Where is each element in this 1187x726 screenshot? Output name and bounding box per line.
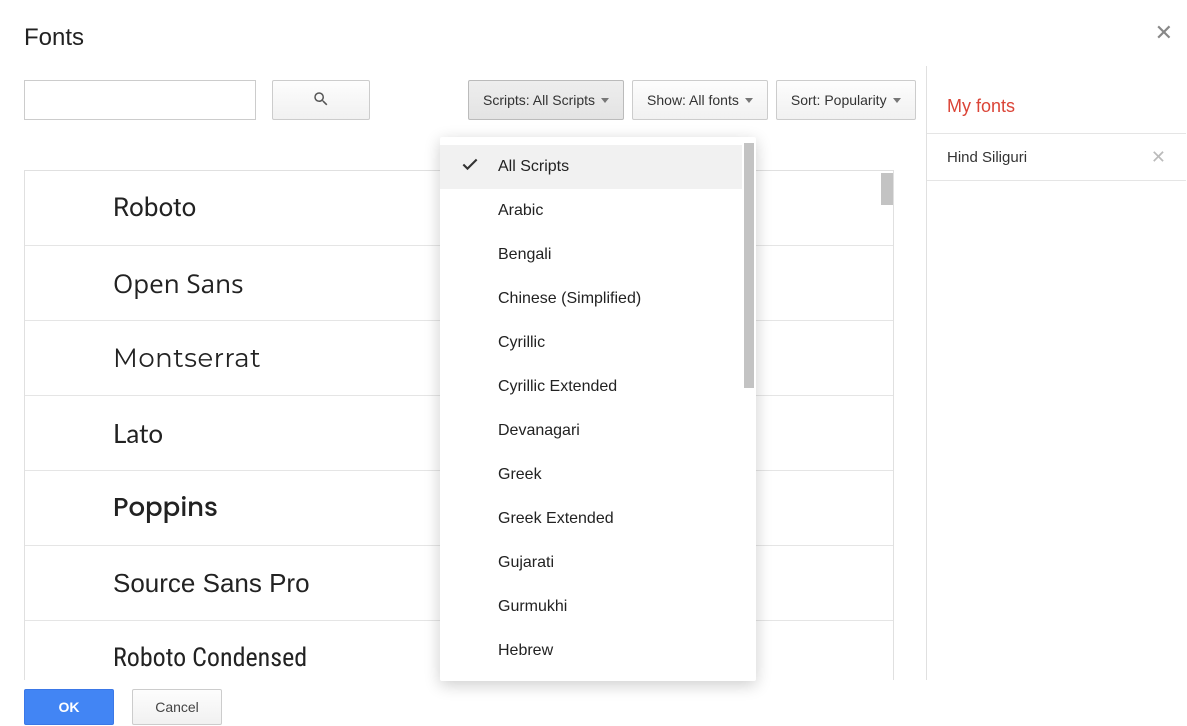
- font-search-input[interactable]: [24, 80, 256, 120]
- cancel-button[interactable]: Cancel: [132, 689, 222, 725]
- check-icon: [460, 155, 480, 180]
- ok-button[interactable]: OK: [24, 689, 114, 725]
- script-option-label: Arabic: [498, 202, 543, 220]
- script-option-arabic[interactable]: Arabic: [440, 189, 742, 233]
- dropdown-scrollbar[interactable]: [742, 143, 756, 675]
- script-option-label: Chinese (Simplified): [498, 290, 641, 308]
- dropdown-scrollbar-thumb[interactable]: [744, 143, 754, 388]
- close-button[interactable]: ✕: [1155, 22, 1173, 44]
- show-filter-label: Show: All fonts: [647, 92, 739, 108]
- my-font-item[interactable]: Hind Siliguri ✕: [927, 133, 1186, 181]
- script-option-label: All Scripts: [498, 158, 569, 176]
- script-option-label: Greek: [498, 466, 542, 484]
- scripts-dropdown[interactable]: All Scripts Arabic Bengali Chinese (Simp…: [440, 137, 756, 681]
- chevron-down-icon: [745, 98, 753, 103]
- script-option-label: Gurmukhi: [498, 598, 567, 616]
- script-option-label: Cyrillic: [498, 334, 545, 352]
- my-fonts-title: My fonts: [927, 96, 1186, 133]
- script-option-gujarati[interactable]: Gujarati: [440, 541, 742, 585]
- my-font-item-label: Hind Siliguri: [947, 149, 1027, 166]
- script-option-label: Cyrillic Extended: [498, 378, 617, 396]
- script-option-label: Bengali: [498, 246, 551, 264]
- dialog-title: Fonts: [24, 24, 1163, 52]
- script-option-hebrew[interactable]: Hebrew: [440, 629, 742, 673]
- script-option-label: Greek Extended: [498, 510, 614, 528]
- sort-filter-button[interactable]: Sort: Popularity: [776, 80, 916, 120]
- script-option-gurmukhi[interactable]: Gurmukhi: [440, 585, 742, 629]
- font-list-scrollbar-thumb[interactable]: [881, 173, 893, 205]
- script-option-cyrillic[interactable]: Cyrillic: [440, 321, 742, 365]
- search-button[interactable]: [272, 80, 370, 120]
- script-option-greek-extended[interactable]: Greek Extended: [440, 497, 742, 541]
- script-option-all-scripts[interactable]: All Scripts: [440, 145, 742, 189]
- script-option-label: Devanagari: [498, 422, 580, 440]
- script-option-bengali[interactable]: Bengali: [440, 233, 742, 277]
- script-option-cyrillic-extended[interactable]: Cyrillic Extended: [440, 365, 742, 409]
- scripts-filter-button[interactable]: Scripts: All Scripts: [468, 80, 624, 120]
- scripts-filter-label: Scripts: All Scripts: [483, 92, 595, 108]
- show-filter-button[interactable]: Show: All fonts: [632, 80, 768, 120]
- remove-my-font-button[interactable]: ✕: [1151, 148, 1166, 166]
- sort-filter-label: Sort: Popularity: [791, 92, 887, 108]
- search-icon: [312, 90, 330, 111]
- script-option-label: Gujarati: [498, 554, 554, 572]
- chevron-down-icon: [601, 98, 609, 103]
- script-option-label: Hebrew: [498, 642, 553, 660]
- chevron-down-icon: [893, 98, 901, 103]
- script-option-devanagari[interactable]: Devanagari: [440, 409, 742, 453]
- script-option-greek[interactable]: Greek: [440, 453, 742, 497]
- script-option-chinese-simplified[interactable]: Chinese (Simplified): [440, 277, 742, 321]
